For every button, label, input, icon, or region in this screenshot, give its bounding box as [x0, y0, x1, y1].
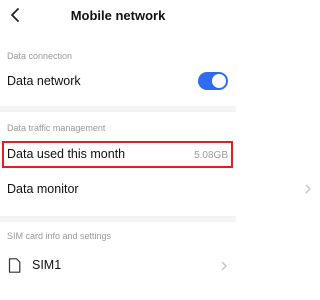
- section-label-traffic: Data traffic management: [7, 123, 106, 133]
- highlight-box: [2, 141, 233, 168]
- sim1-row[interactable]: SIM1: [0, 250, 236, 282]
- data-network-label: Data network: [7, 74, 81, 88]
- toggle-knob: [212, 74, 226, 88]
- chevron-right-icon: [221, 261, 227, 271]
- sim1-label: SIM1: [32, 258, 62, 272]
- chevron-right-icon: [305, 184, 311, 194]
- data-monitor-row[interactable]: Data monitor: [0, 172, 311, 206]
- section-label-data-connection: Data connection: [7, 51, 73, 61]
- section-divider-2: [0, 216, 236, 222]
- section-label-sim: SIM card info and settings: [7, 231, 112, 241]
- section-divider: [0, 106, 236, 112]
- data-network-toggle[interactable]: [198, 72, 228, 90]
- page-title: Mobile network: [70, 8, 166, 23]
- data-monitor-label: Data monitor: [7, 182, 79, 196]
- app-header: Mobile network: [0, 0, 236, 32]
- sim-card-icon: [8, 258, 21, 273]
